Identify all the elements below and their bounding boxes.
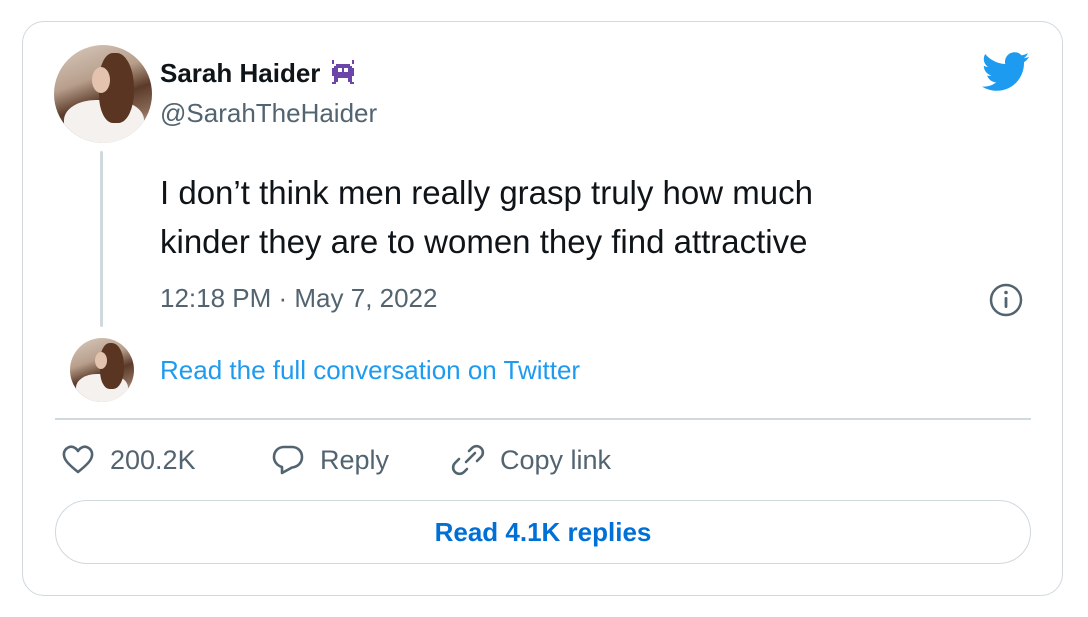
read-full-conversation-link[interactable]: Read the full conversation on Twitter bbox=[160, 355, 580, 386]
tweet-timestamp[interactable]: 12:18 PM · May 7, 2022 bbox=[160, 283, 437, 314]
conversation-avatar[interactable] bbox=[70, 338, 134, 402]
author-name[interactable]: Sarah Haider bbox=[160, 58, 320, 89]
heart-icon bbox=[62, 445, 94, 474]
alien-monster-icon bbox=[332, 59, 355, 84]
read-replies-button[interactable]: Read 4.1K replies bbox=[55, 500, 1031, 564]
info-icon[interactable] bbox=[988, 282, 1024, 318]
avatar-face bbox=[95, 352, 107, 369]
reply-bubble-icon bbox=[272, 445, 304, 475]
avatar-face bbox=[92, 67, 110, 93]
read-replies-label: Read 4.1K replies bbox=[434, 516, 652, 547]
author-handle[interactable]: @SarahTheHaider bbox=[160, 98, 377, 129]
twitter-bird-icon[interactable] bbox=[982, 52, 1030, 92]
author-avatar[interactable] bbox=[54, 45, 152, 143]
divider bbox=[55, 418, 1031, 420]
author-name-row[interactable]: Sarah Haider bbox=[160, 58, 358, 89]
tweet-text: I don’t think men really grasp truly how… bbox=[160, 174, 813, 260]
like-button[interactable]: 200.2K bbox=[60, 442, 196, 478]
link-icon bbox=[451, 444, 485, 476]
reply-button[interactable]: Reply bbox=[270, 442, 389, 478]
copy-link-button[interactable]: Copy link bbox=[450, 442, 611, 478]
copy-link-label: Copy link bbox=[500, 444, 612, 475]
like-count: 200.2K bbox=[110, 444, 196, 475]
thread-line bbox=[100, 151, 103, 327]
reply-label: Reply bbox=[320, 444, 390, 475]
